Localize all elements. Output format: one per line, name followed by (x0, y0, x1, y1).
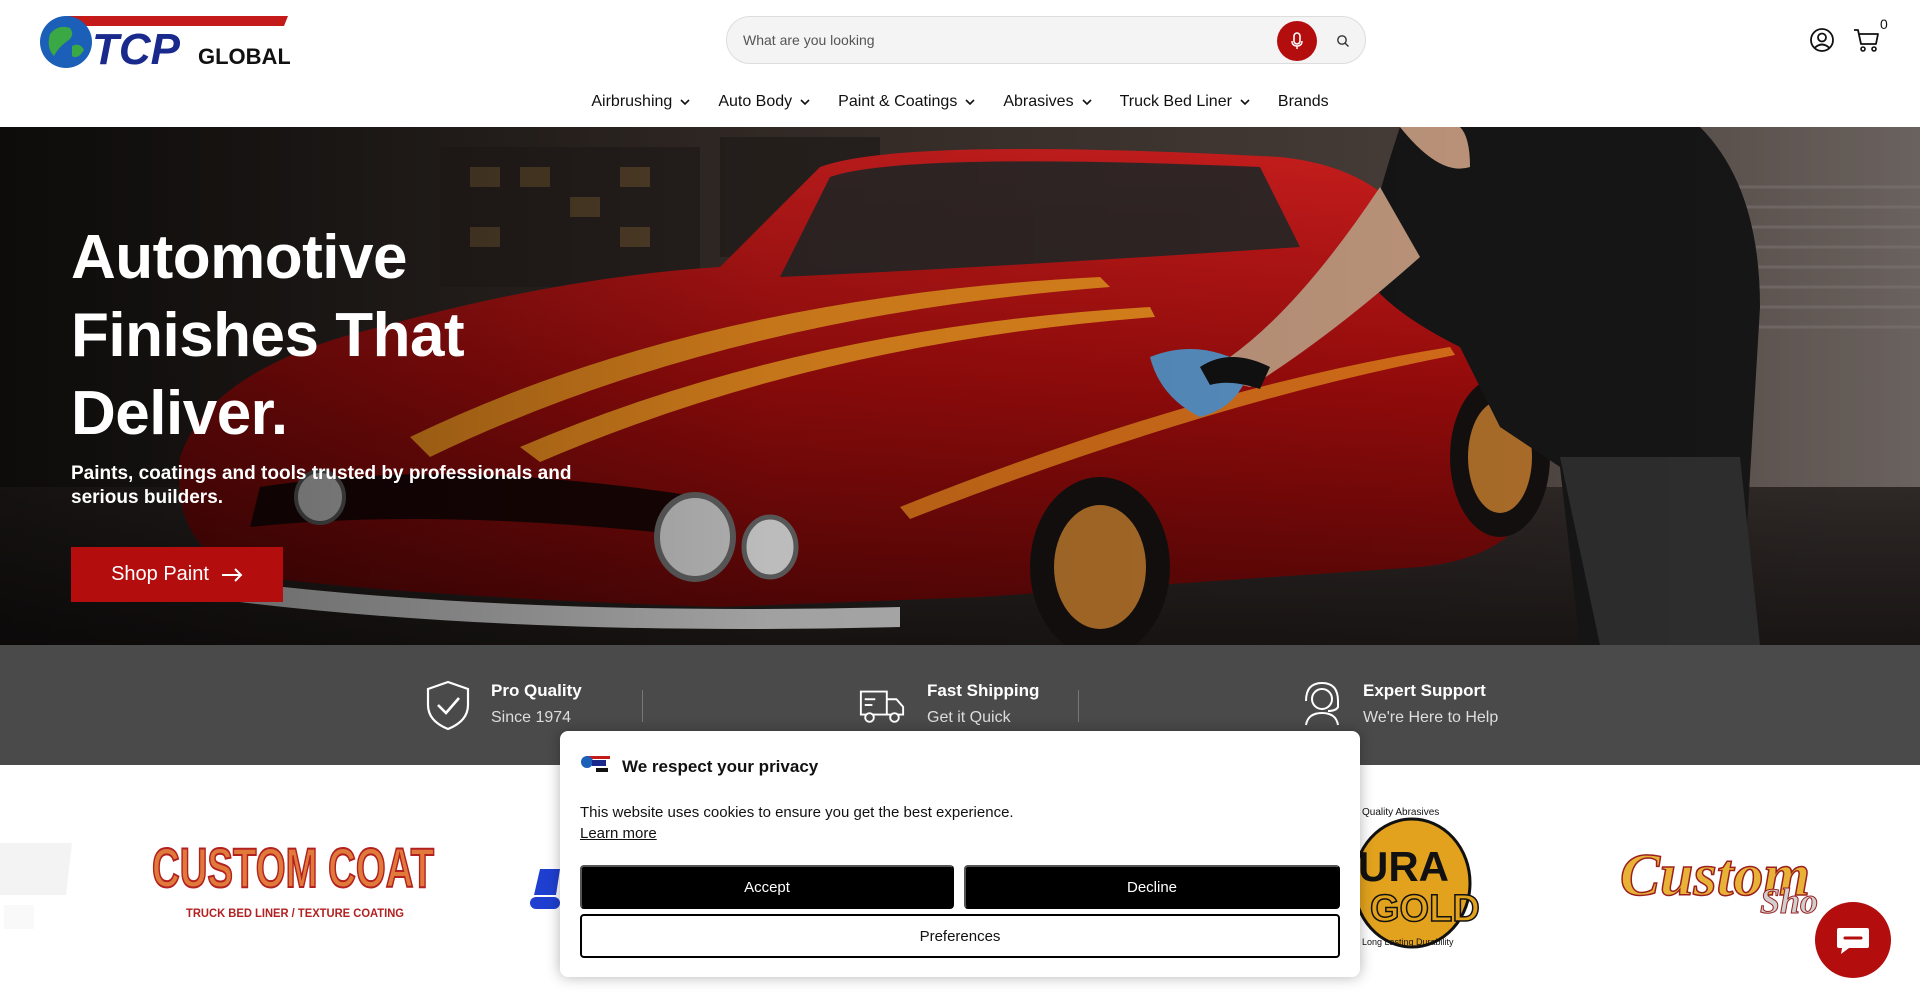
brand-dura-gold-name2: GOLD (1370, 888, 1480, 930)
brand-dura-gold-top: Quality Abrasives (1362, 807, 1439, 818)
chat-bubble-icon (1837, 928, 1869, 954)
main-nav: Airbrushing Auto Body Paint & Coatings A… (0, 88, 1920, 118)
brand-custom-coat-tagline: TRUCK BED LINER / TEXTURE COATING (186, 906, 404, 920)
brand-dura-gold-bottom: Long Lasting Durability (1362, 937, 1454, 947)
chevron-down-icon (800, 99, 810, 105)
cart-icon (1854, 29, 1879, 52)
preferences-button[interactable]: Preferences (580, 914, 1340, 958)
accept-button[interactable]: Accept (580, 865, 954, 909)
chevron-down-icon (965, 99, 975, 105)
shield-check-icon (426, 680, 470, 731)
shop-paint-label: Shop Paint (111, 563, 209, 585)
brand-logo-partial-blue[interactable] (530, 869, 560, 909)
cart-count-badge: 0 (1880, 16, 1888, 32)
nav-item-abrasives[interactable]: Abrasives (989, 88, 1105, 116)
hero-title: Automotive Finishes That Deliver. (71, 219, 631, 453)
search-submit-button[interactable] (1327, 25, 1359, 57)
chevron-down-icon (1240, 99, 1250, 105)
account-button[interactable] (1808, 26, 1836, 54)
feature-title: Pro Quality (491, 681, 582, 700)
search-input[interactable] (743, 17, 1243, 63)
chevron-down-icon (1082, 99, 1092, 105)
brand-logo-custom-coat[interactable]: CUSTOM COAT TRUCK BED LINER / TEXTURE CO… (151, 835, 435, 920)
headset-icon (1305, 681, 1339, 726)
brand-logo-dura-gold[interactable]: Quality Abrasives URA GOLD Long Lasting … (1352, 807, 1481, 949)
decline-button[interactable]: Decline (964, 865, 1340, 909)
logo-text-tcp: TCP (92, 25, 181, 70)
cookie-message: This website uses cookies to ensure you … (580, 804, 1014, 821)
nav-label: Abrasives (1003, 93, 1074, 110)
feature-divider (642, 690, 643, 722)
feature-subtitle: Get it Quick (927, 709, 1011, 726)
chat-launcher-button[interactable] (1815, 902, 1891, 978)
hero-subtitle: Paints, coatings and tools trusted by pr… (71, 463, 572, 508)
truck-icon (859, 690, 905, 723)
nav-item-airbrushing[interactable]: Airbrushing (577, 88, 704, 116)
cookie-consent-dialog: We respect your privacy This website use… (560, 731, 1360, 977)
feature-subtitle: We're Here to Help (1363, 709, 1499, 726)
nav-label: Paint & Coatings (838, 93, 958, 110)
nav-item-paint-coatings[interactable]: Paint & Coatings (824, 88, 989, 116)
feature-divider (1078, 690, 1079, 722)
search-icon (1337, 35, 1349, 47)
nav-label: Brands (1277, 93, 1329, 110)
hero-title-line: Automotive (71, 223, 408, 292)
nav-item-brands[interactable]: Brands (1264, 88, 1343, 116)
nav-label: Airbrushing (591, 93, 673, 110)
logo-text-global: GLOBAL (198, 44, 290, 69)
feature-title: Expert Support (1363, 681, 1486, 700)
hero-title-line: Finishes That (71, 301, 465, 370)
voice-search-button[interactable] (1277, 21, 1317, 61)
feature-subtitle: Since 1974 (491, 709, 572, 726)
nav-item-truck-bed-liner[interactable]: Truck Bed Liner (1106, 88, 1264, 116)
tcp-global-logo-small (581, 756, 610, 772)
site-header: TCP GLOBAL What are you looking 0 Airbru… (0, 0, 1920, 127)
chevron-down-icon (680, 99, 690, 105)
brand-custom-coat-name: CUSTOM COAT (152, 836, 434, 899)
hero-banner: Automotive Finishes That Deliver. Paints… (0, 127, 1920, 645)
nav-item-auto-body[interactable]: Auto Body (704, 88, 824, 116)
microphone-icon (1291, 32, 1303, 49)
cart-button[interactable] (1852, 26, 1882, 54)
brand-logo-custom-shop[interactable]: Custom Sho (1619, 841, 1818, 921)
nav-label: Auto Body (718, 93, 793, 110)
cookie-title: We respect your privacy (622, 757, 819, 776)
nav-label: Truck Bed Liner (1119, 93, 1232, 110)
brand-custom-shop-name2: Sho (1760, 881, 1818, 921)
search-bar (726, 16, 1366, 64)
arrow-right-icon (221, 567, 243, 582)
hero-title-line: Deliver. (71, 379, 288, 448)
shop-paint-button[interactable]: Shop Paint (71, 547, 283, 602)
brand-logo-partial-left[interactable] (0, 843, 72, 929)
logo-mark: TCP GLOBAL (40, 16, 291, 74)
tcp-global-logo[interactable]: TCP GLOBAL (36, 12, 291, 74)
user-circle-icon (1810, 28, 1834, 52)
feature-title: Fast Shipping (927, 681, 1040, 700)
brand-dura-gold-name1: URA (1358, 843, 1449, 890)
learn-more-link[interactable]: Learn more (580, 825, 657, 842)
